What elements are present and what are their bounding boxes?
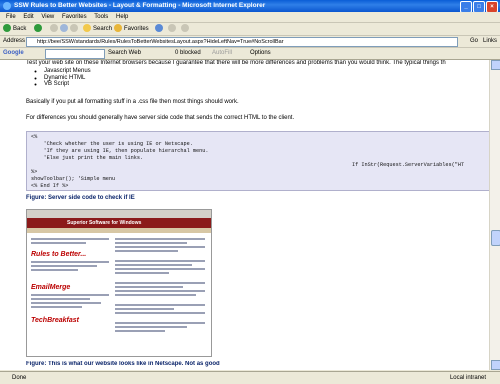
browser-feature-list: Javascript Menus Dynamic HTML VB Script [44,68,91,88]
history-button[interactable] [155,24,165,34]
screenshot-nav [27,228,211,233]
refresh-button[interactable] [60,24,70,34]
back-arrow-icon [3,24,11,33]
code-line: 'Else just print the main links. [31,155,144,161]
scroll-down-button[interactable] [491,360,500,370]
stop-icon [50,24,58,33]
ie-logo-icon [3,2,11,10]
figure-caption-1: Figure: Server side code to check if IE [26,195,135,201]
google-toolbar: Google Search Web 0 blocked AutoFill Opt… [0,48,500,60]
address-label: Address [3,38,26,44]
address-bar: Address http://bee/SSW/standards/Rules/R… [0,36,500,48]
options-button[interactable]: Options [250,48,271,59]
back-button[interactable]: Back [3,24,26,34]
search-icon [83,24,91,33]
menu-view[interactable]: View [41,14,54,20]
status-text: Done [12,375,27,381]
home-button[interactable] [70,24,80,34]
refresh-icon [60,24,68,33]
autofill-button[interactable]: AutoFill [212,48,232,59]
scroll-thumb[interactable] [491,230,500,246]
menu-favorites[interactable]: Favorites [62,14,87,20]
css-paragraph: Basically if you put all formatting stuf… [26,99,239,105]
scroll-up-button[interactable] [491,60,500,70]
menu-edit[interactable]: Edit [23,14,33,20]
menu-bar: File Edit View Favorites Tools Help [0,12,500,23]
screenshot-browser-chrome [27,210,211,218]
menu-file[interactable]: File [6,14,16,20]
code-block: <% 'Check whether the user is using IE o… [26,131,492,191]
address-input[interactable]: http://bee/SSW/standards/Rules/RulesToBe… [26,37,458,47]
forward-button[interactable] [34,24,44,34]
links-button[interactable]: Links [483,36,497,47]
intro-text: Test your web site on these Internet bro… [26,60,446,66]
code-line: If InStr(Request.ServerVariables("HT [352,162,465,168]
website-screenshot: Superior Software for Windows Rules to B… [26,209,212,357]
screenshot-left-column: Rules to Better... EmailMerge TechBreakf… [31,236,109,351]
menu-tools[interactable]: Tools [94,14,108,20]
standard-toolbar: Back Search Favorites [0,23,500,36]
stop-button[interactable] [50,24,60,34]
print-button[interactable] [181,24,191,34]
techbreakfast-logo: TechBreakfast [31,317,79,324]
code-line: <% End If %> [31,183,69,189]
mail-button[interactable] [168,24,178,34]
list-item: Javascript Menus [44,68,91,75]
home-icon [70,24,78,33]
menu-help[interactable]: Help [116,14,128,20]
google-search-input[interactable] [45,49,105,59]
forward-arrow-icon [34,24,42,33]
star-icon [114,24,122,33]
screenshot-banner: Superior Software for Windows [27,218,211,228]
rules-logo: Rules to Better... [31,251,87,258]
mail-icon [168,24,176,33]
title-bar: SSW Rules to Better Websites - Layout & … [0,0,500,13]
favorites-button[interactable]: Favorites [114,24,149,34]
vertical-scrollbar[interactable] [489,60,500,370]
window-title: SSW Rules to Better Websites - Layout & … [14,2,266,9]
go-button[interactable]: Go [470,36,478,47]
list-item: VB Script [44,81,91,88]
popup-blocker-button[interactable]: 0 blocked [175,48,201,59]
security-zone: Local intranet [449,375,486,381]
screenshot-right-column [115,236,205,351]
emailmerge-logo: EmailMerge [31,284,71,291]
figure-caption-2: Figure: This is what our website looks l… [26,361,220,367]
google-logo: Google [3,50,24,56]
search-web-button[interactable]: Search Web [108,48,141,59]
search-button[interactable]: Search [83,24,112,34]
history-icon [155,24,163,33]
status-bar: Done Local intranet [0,371,500,384]
server-side-paragraph: For differences you should generally hav… [26,115,295,121]
print-icon [181,24,189,33]
